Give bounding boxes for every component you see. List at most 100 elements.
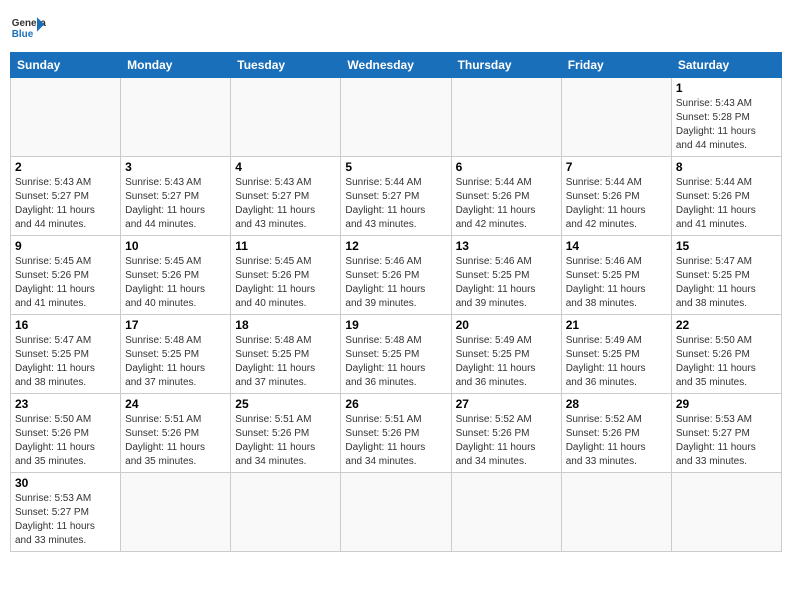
day-info: Sunrise: 5:51 AM Sunset: 5:26 PM Dayligh… [345,413,446,469]
day-info: Sunrise: 5:43 AM Sunset: 5:27 PM Dayligh… [15,176,116,232]
day-info: Sunrise: 5:46 AM Sunset: 5:26 PM Dayligh… [345,255,446,311]
day-info: Sunrise: 5:50 AM Sunset: 5:26 PM Dayligh… [676,334,777,390]
calendar-cell: 16 Sunrise: 5:47 AM Sunset: 5:25 PM Dayli… [11,315,121,394]
day-number: 20 [456,318,557,332]
day-info: Sunrise: 5:53 AM Sunset: 5:27 PM Dayligh… [15,492,116,548]
calendar-cell: 23 Sunrise: 5:50 AM Sunset: 5:26 PM Dayli… [11,394,121,473]
day-info: Sunrise: 5:45 AM Sunset: 5:26 PM Dayligh… [235,255,336,311]
day-info: Sunrise: 5:47 AM Sunset: 5:25 PM Dayligh… [15,334,116,390]
day-info: Sunrise: 5:45 AM Sunset: 5:26 PM Dayligh… [15,255,116,311]
calendar-cell: 26 Sunrise: 5:51 AM Sunset: 5:26 PM Dayli… [341,394,451,473]
day-info: Sunrise: 5:48 AM Sunset: 5:25 PM Dayligh… [345,334,446,390]
weekday-header-thursday: Thursday [451,53,561,78]
svg-text:Blue: Blue [12,29,34,40]
day-info: Sunrise: 5:49 AM Sunset: 5:25 PM Dayligh… [456,334,557,390]
page-header: General Blue [10,10,782,46]
calendar-cell: 28 Sunrise: 5:52 AM Sunset: 5:26 PM Dayli… [561,394,671,473]
day-info: Sunrise: 5:43 AM Sunset: 5:27 PM Dayligh… [235,176,336,232]
calendar-cell [451,473,561,552]
day-number: 18 [235,318,336,332]
calendar-cell: 5Sunrise: 5:44 AM Sunset: 5:27 PM Daylig… [341,157,451,236]
weekday-header-tuesday: Tuesday [231,53,341,78]
calendar-cell: 14 Sunrise: 5:46 AM Sunset: 5:25 PM Dayli… [561,236,671,315]
calendar-cell: 9Sunrise: 5:45 AM Sunset: 5:26 PM Daylig… [11,236,121,315]
day-number: 4 [235,160,336,174]
day-info: Sunrise: 5:53 AM Sunset: 5:27 PM Dayligh… [676,413,777,469]
day-info: Sunrise: 5:51 AM Sunset: 5:26 PM Dayligh… [235,413,336,469]
day-number: 7 [566,160,667,174]
calendar-cell [561,78,671,157]
calendar-cell: 6 Sunrise: 5:44 AM Sunset: 5:26 PM Daylig… [451,157,561,236]
calendar-cell [341,78,451,157]
day-number: 29 [676,397,777,411]
day-number: 8 [676,160,777,174]
day-number: 3 [125,160,226,174]
weekday-header-wednesday: Wednesday [341,53,451,78]
weekday-row: SundayMondayTuesdayWednesdayThursdayFrid… [11,53,782,78]
day-number: 15 [676,239,777,253]
day-info: Sunrise: 5:52 AM Sunset: 5:26 PM Dayligh… [456,413,557,469]
day-number: 13 [456,239,557,253]
calendar-cell [121,78,231,157]
weekday-header-saturday: Saturday [671,53,781,78]
calendar-cell: 11 Sunrise: 5:45 AM Sunset: 5:26 PM Dayli… [231,236,341,315]
calendar-cell: 25 Sunrise: 5:51 AM Sunset: 5:26 PM Dayli… [231,394,341,473]
calendar-cell [451,78,561,157]
day-info: Sunrise: 5:46 AM Sunset: 5:25 PM Dayligh… [566,255,667,311]
calendar-cell [671,473,781,552]
day-number: 12 [345,239,446,253]
calendar-week-5: 30 Sunrise: 5:53 AM Sunset: 5:27 PM Dayli… [11,473,782,552]
calendar-cell: 8 Sunrise: 5:44 AM Sunset: 5:26 PM Daylig… [671,157,781,236]
day-info: Sunrise: 5:47 AM Sunset: 5:25 PM Dayligh… [676,255,777,311]
calendar-week-0: 1Sunrise: 5:43 AM Sunset: 5:28 PM Daylig… [11,78,782,157]
day-info: Sunrise: 5:50 AM Sunset: 5:26 PM Dayligh… [15,413,116,469]
day-number: 2 [15,160,116,174]
day-info: Sunrise: 5:46 AM Sunset: 5:25 PM Dayligh… [456,255,557,311]
day-info: Sunrise: 5:48 AM Sunset: 5:25 PM Dayligh… [125,334,226,390]
calendar-cell: 10 Sunrise: 5:45 AM Sunset: 5:26 PM Dayli… [121,236,231,315]
calendar-header: SundayMondayTuesdayWednesdayThursdayFrid… [11,53,782,78]
calendar-cell: 15 Sunrise: 5:47 AM Sunset: 5:25 PM Dayli… [671,236,781,315]
day-info: Sunrise: 5:45 AM Sunset: 5:26 PM Dayligh… [125,255,226,311]
weekday-header-friday: Friday [561,53,671,78]
day-number: 28 [566,397,667,411]
calendar-cell: 29 Sunrise: 5:53 AM Sunset: 5:27 PM Dayli… [671,394,781,473]
day-info: Sunrise: 5:43 AM Sunset: 5:27 PM Dayligh… [125,176,226,232]
calendar-cell [341,473,451,552]
calendar-cell: 2 Sunrise: 5:43 AM Sunset: 5:27 PM Daylig… [11,157,121,236]
calendar-cell: 1Sunrise: 5:43 AM Sunset: 5:28 PM Daylig… [671,78,781,157]
day-info: Sunrise: 5:52 AM Sunset: 5:26 PM Dayligh… [566,413,667,469]
calendar-week-4: 23 Sunrise: 5:50 AM Sunset: 5:26 PM Dayli… [11,394,782,473]
day-number: 6 [456,160,557,174]
calendar-cell [231,78,341,157]
day-number: 5 [345,160,446,174]
calendar-cell [11,78,121,157]
calendar-week-2: 9Sunrise: 5:45 AM Sunset: 5:26 PM Daylig… [11,236,782,315]
day-number: 1 [676,81,777,95]
day-number: 23 [15,397,116,411]
day-number: 14 [566,239,667,253]
calendar-cell: 3 Sunrise: 5:43 AM Sunset: 5:27 PM Daylig… [121,157,231,236]
calendar-cell: 17 Sunrise: 5:48 AM Sunset: 5:25 PM Dayli… [121,315,231,394]
day-number: 30 [15,476,116,490]
logo-icon: General Blue [10,10,46,46]
calendar-cell: 12 Sunrise: 5:46 AM Sunset: 5:26 PM Dayli… [341,236,451,315]
day-info: Sunrise: 5:44 AM Sunset: 5:26 PM Dayligh… [676,176,777,232]
calendar-cell [561,473,671,552]
calendar-cell: 21Sunrise: 5:49 AM Sunset: 5:25 PM Dayli… [561,315,671,394]
day-number: 26 [345,397,446,411]
day-info: Sunrise: 5:49 AM Sunset: 5:25 PM Dayligh… [566,334,667,390]
calendar-table: SundayMondayTuesdayWednesdayThursdayFrid… [10,52,782,552]
day-number: 19 [345,318,446,332]
logo: General Blue [10,10,46,46]
calendar-cell: 4 Sunrise: 5:43 AM Sunset: 5:27 PM Daylig… [231,157,341,236]
day-number: 10 [125,239,226,253]
day-number: 17 [125,318,226,332]
calendar-body: 1Sunrise: 5:43 AM Sunset: 5:28 PM Daylig… [11,78,782,552]
calendar-cell: 18Sunrise: 5:48 AM Sunset: 5:25 PM Dayli… [231,315,341,394]
day-number: 25 [235,397,336,411]
day-info: Sunrise: 5:44 AM Sunset: 5:26 PM Dayligh… [456,176,557,232]
day-number: 16 [15,318,116,332]
day-number: 11 [235,239,336,253]
day-number: 24 [125,397,226,411]
